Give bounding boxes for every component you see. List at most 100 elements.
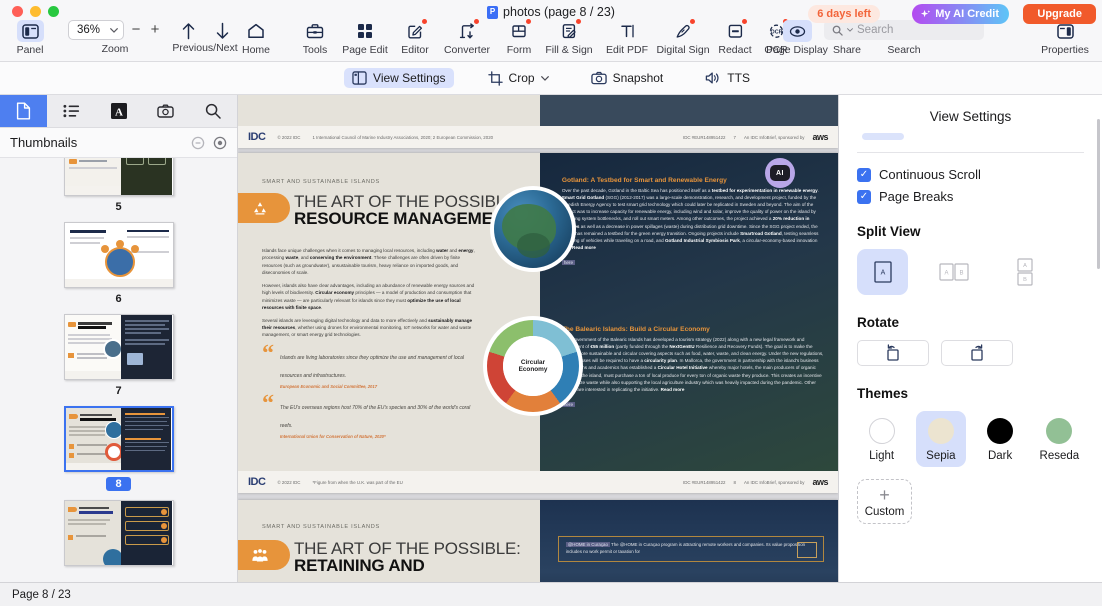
fill-sign-button[interactable]: Fill & Sign [538,19,600,56]
crop-tab[interactable]: Crop [480,68,557,89]
people-icon [238,540,290,570]
theme-sepia[interactable]: Sepia [916,411,966,467]
home-label: Home [241,44,270,56]
theme-dark[interactable]: Dark [976,411,1025,467]
page-edit-button[interactable]: Page Edit [336,20,394,56]
section-heading: The Balearic Islands: Build a Circular E… [561,326,710,333]
panel-title: View Settings [929,109,1012,124]
next-page-title-line1: THE ART OF THE POSSIBLE: [294,539,521,558]
read-more-link[interactable]: here [561,259,576,265]
rotate-left-button[interactable] [857,340,929,366]
digital-sign-button[interactable]: Digital Sign [652,19,714,56]
tools-label: Tools [302,44,328,56]
view-settings-tab[interactable]: View Settings [344,68,454,88]
panel-scrollbar[interactable] [1097,119,1100,269]
rotate-heading: Rotate [857,315,900,330]
thumbnail-page-7[interactable] [63,314,174,380]
thumbnail-list[interactable]: 5 6 7 8 [0,158,237,582]
converter-button[interactable]: Converter [436,19,498,56]
single-page-icon: A [873,261,892,283]
next-page-text: @HOME in Curaçao The @HOME in Curaçao pr… [565,542,806,554]
custom-theme-label: Custom [864,506,905,518]
my-ai-credit-label: My AI Credit [935,8,999,20]
zoom-in-button[interactable]: + [148,22,162,37]
fill-sign-icon [561,19,581,42]
search-caption: Search [887,44,921,56]
quote-text: Islands are living laboratories since th… [280,354,464,379]
theme-label: Light [869,450,895,462]
upgrade-button[interactable]: Upgrade [1023,4,1096,24]
idc-logo: IDC [248,476,266,488]
split-view-heading: Split View [857,224,921,239]
thumbnail-page-9[interactable] [63,500,174,566]
tools-button[interactable]: Tools [293,20,337,56]
list-item[interactable] [0,500,237,566]
quote-text: The EU's overseas regions host 70% of th… [280,404,471,429]
thumbnail-zoom-out-button[interactable] [191,136,205,150]
rotate-right-button[interactable] [941,340,1013,366]
rotate-options [857,340,1084,366]
snapshot-tab[interactable]: Snapshot [583,68,672,88]
tts-tab[interactable]: TTS [697,68,758,88]
sparkle-icon [921,9,931,17]
page-display-button[interactable]: Page Display [766,20,828,56]
sponsor-text: An IDC InfoBrief, sponsored by [743,479,805,485]
checkmark-icon: ✓ [857,189,871,204]
split-view-vertical-option[interactable]: AB [928,249,979,295]
thumbnail-page-8[interactable] [63,406,174,472]
list-item[interactable]: 6 [0,222,237,314]
zoom-out-button[interactable]: − [129,22,143,37]
idc-logo: IDC [248,131,266,143]
thumbnail-page-6[interactable] [63,222,174,288]
custom-theme-button[interactable]: + Custom [857,479,912,524]
split-view-single-option[interactable]: A [857,249,908,295]
sidebar-tab-snapshot[interactable] [142,95,189,127]
thumbnail-page-5[interactable] [63,158,174,196]
list-item[interactable]: 5 [0,158,237,222]
my-ai-credit-button[interactable]: My AI Credit [912,4,1009,24]
sidebar-tab-outline[interactable] [47,95,94,127]
redact-button[interactable]: Redact [712,19,758,56]
digital-sign-label: Digital Sign [656,44,710,56]
continuous-scroll-checkbox[interactable]: ✓ Continuous Scroll [857,167,1084,182]
trial-days-badge: 6 days left [808,5,880,23]
edit-pdf-button[interactable]: Edit PDF [600,20,654,56]
view-settings-icon [352,71,367,85]
home-button[interactable]: Home [234,20,278,56]
properties-button[interactable]: Properties [1034,20,1096,56]
ai-assistant-label: AI [770,165,790,181]
form-button[interactable]: Form [498,19,540,56]
svg-text:A: A [880,270,885,277]
section-body: Over the past decade, Gotland in the Bal… [561,188,819,250]
theme-reseda[interactable]: Reseda [1035,411,1084,467]
panel-button[interactable]: Panel [8,20,52,56]
copyright-text: © 2022 IDC [277,134,301,140]
editor-button[interactable]: Editor [392,19,438,56]
split-view-horizontal-option[interactable]: AB [999,249,1050,295]
page-breaks-checkbox[interactable]: ✓ Page Breaks [857,189,1084,204]
document-page-7: compete for FDI, grow indigenous compani… [238,95,838,148]
arrow-up-icon [181,20,196,42]
document-page-9[interactable]: SMART AND SUSTAINABLE ISLANDS THE ART OF… [238,500,838,582]
ai-assistant-button[interactable]: AI [765,158,795,188]
thumbnail-zoom-in-button[interactable] [213,136,227,150]
document-viewer[interactable]: compete for FDI, grow indigenous compani… [238,95,838,582]
at-home-link[interactable]: @HOME in Curaçao [565,542,610,547]
sidebar-tab-thumbnails[interactable] [0,95,48,127]
notification-dot [741,19,747,24]
theme-light[interactable]: Light [857,411,906,467]
sidebar-tab-search[interactable] [190,95,237,127]
home-icon [247,20,265,42]
horizontal-split-icon: AB [1016,258,1033,286]
snapshot-label: Snapshot [612,71,664,85]
document-page-8[interactable]: SMART AND SUSTAINABLE ISLANDS THE ART OF… [238,153,838,493]
zoom-out-icon [191,136,205,149]
zoom-select[interactable]: 36% [67,20,125,40]
pencil-square-icon [407,19,427,42]
page-8-footer: IDC © 2022 IDC *Figure from when the U.K… [238,471,838,493]
footnote-text: 1 International Council of Marine Indust… [312,134,494,140]
sidebar-tab-annotations[interactable]: A [95,95,142,127]
previous-page-button[interactable] [170,20,206,42]
list-item[interactable]: 7 [0,314,237,406]
list-item[interactable]: 8 [0,406,237,500]
